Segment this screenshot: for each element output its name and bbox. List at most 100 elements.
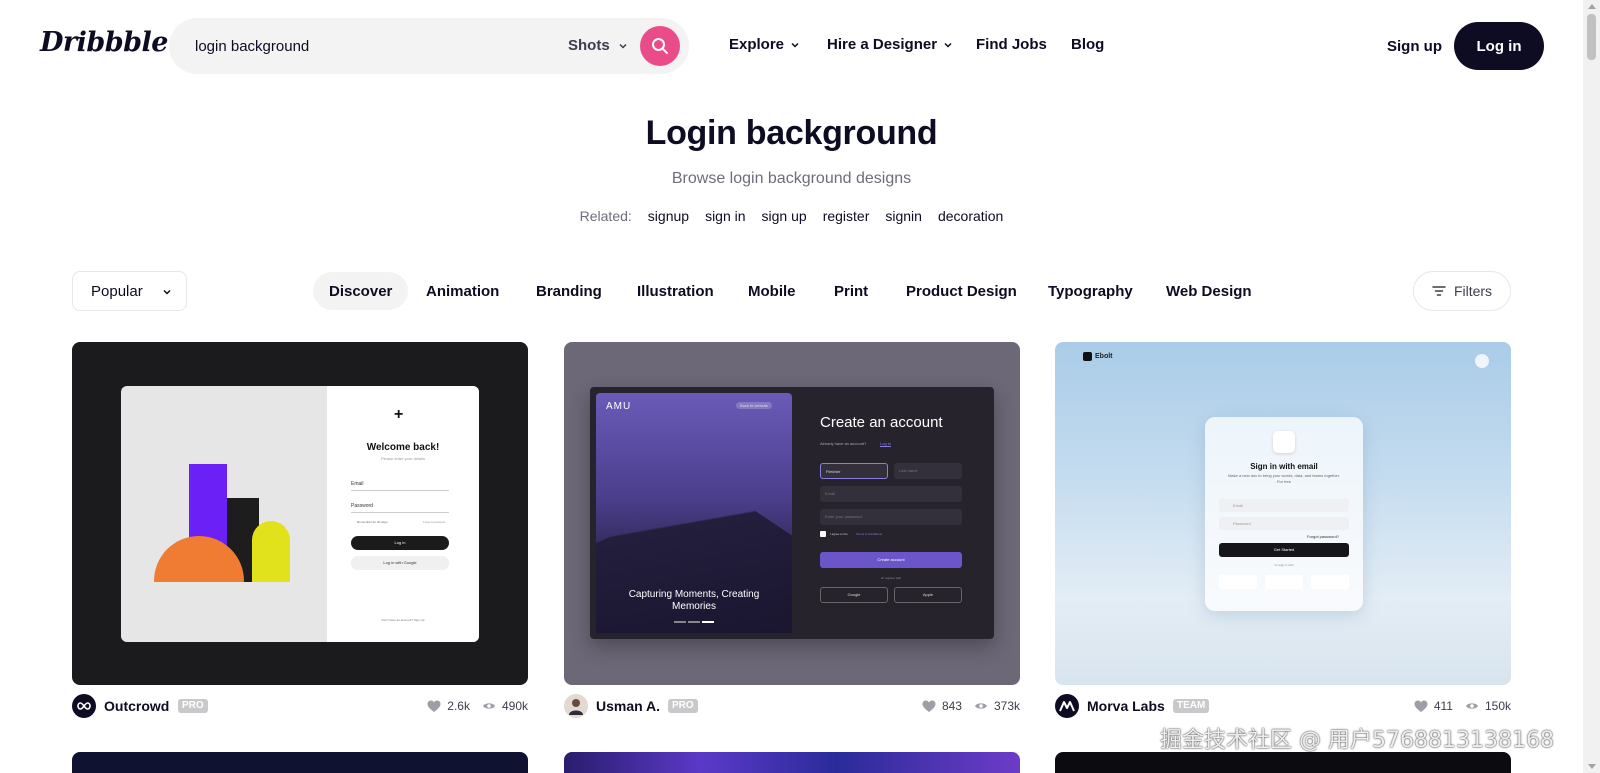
related-tag[interactable]: decoration: [938, 208, 1003, 224]
shot-thumbnail[interactable]: Ebolt Sign in with email Make a new doc …: [1055, 342, 1511, 685]
mock-have-account: Already have an account?: [820, 441, 867, 446]
nav-blog[interactable]: Blog: [1071, 36, 1104, 53]
search-type-label: Shots: [568, 37, 610, 54]
search-input[interactable]: login background: [195, 38, 309, 55]
signup-link[interactable]: Sign up: [1387, 38, 1442, 55]
search-type-dropdown[interactable]: Shots: [568, 37, 628, 54]
mock-password-label: Password: [351, 503, 373, 509]
category-tabs: Discover Animation Branding Illustration…: [0, 272, 1583, 310]
mock-subtitle: Please enter your details: [380, 456, 426, 461]
avatar[interactable]: [72, 694, 96, 718]
tab-print[interactable]: Print: [834, 272, 868, 310]
heart-icon[interactable]: [1414, 700, 1428, 713]
mock-google-icon: [1219, 575, 1257, 589]
team-badge: TEAM: [1173, 699, 1210, 713]
heart-icon[interactable]: [427, 700, 441, 713]
shot-mockup: AMU Back to website Capturing Moments, C…: [590, 387, 994, 639]
shot-thumbnail[interactable]: + Welcome back! Please enter your detail…: [72, 342, 528, 685]
mock-remember: Remember for 30 days: [357, 520, 388, 524]
pro-badge: PRO: [668, 699, 698, 713]
author-name[interactable]: Outcrowd: [104, 698, 169, 714]
related-tag[interactable]: signup: [648, 208, 689, 224]
filters-label: Filters: [1453, 283, 1493, 299]
shot-thumbnail[interactable]: [72, 752, 528, 773]
dribbble-logo[interactable]: Dribbble: [40, 27, 168, 58]
chevron-down-icon: [791, 42, 799, 48]
mock-caption: Capturing Moments, Creating Memories: [628, 589, 760, 612]
search-button[interactable]: [640, 26, 680, 66]
like-count: 2.6k: [447, 699, 470, 713]
nav-explore-label: Explore: [729, 36, 785, 53]
related-tag[interactable]: sign in: [705, 208, 745, 224]
pro-badge: PRO: [178, 699, 208, 713]
mock-first-name: Fletcher: [820, 463, 888, 479]
mock-facebook-icon: [1265, 575, 1303, 589]
tab-product-design[interactable]: Product Design: [906, 272, 1017, 310]
mock-or: Or register with: [880, 576, 902, 580]
related-tags: Related: signup sign in sign up register…: [0, 208, 1583, 224]
tab-web-design[interactable]: Web Design: [1166, 272, 1252, 310]
mock-brand: Ebolt: [1095, 353, 1113, 360]
mock-email: Email: [820, 486, 962, 502]
nav-hire-designer[interactable]: Hire a Designer: [827, 36, 953, 53]
tab-branding[interactable]: Branding: [536, 272, 602, 310]
avatar[interactable]: [1055, 694, 1079, 718]
back-arrow-icon: [1475, 354, 1489, 368]
search-bar: login background Shots: [169, 18, 689, 74]
author-name[interactable]: Usman A.: [596, 698, 660, 714]
infinity-icon: [77, 702, 91, 710]
avatar[interactable]: [564, 694, 588, 718]
tab-discover[interactable]: Discover: [313, 272, 409, 310]
like-count: 411: [1433, 699, 1453, 713]
view-count: 490k: [501, 699, 528, 713]
mock-checkbox: [820, 531, 826, 537]
shot-thumbnail[interactable]: [1055, 752, 1511, 773]
chevron-down-icon: [619, 43, 627, 49]
tab-illustration[interactable]: Illustration: [637, 272, 714, 310]
mock-footer: Don't have an account? Sign Up: [381, 618, 425, 622]
mock-agree: I agree to the: [830, 532, 848, 536]
related-tag[interactable]: register: [823, 208, 870, 224]
shot-thumbnail[interactable]: AMU Back to website Capturing Moments, C…: [564, 342, 1020, 685]
tab-mobile[interactable]: Mobile: [748, 272, 796, 310]
mock-forgot: Forgot password: [423, 520, 446, 524]
shot-thumbnail[interactable]: [564, 752, 1020, 773]
heart-icon[interactable]: [922, 700, 936, 713]
nav-explore[interactable]: Explore: [729, 36, 800, 53]
scrollbar-thumb[interactable]: [1587, 14, 1596, 60]
mock-title: Sign in with email: [1250, 462, 1318, 471]
tab-animation[interactable]: Animation: [426, 272, 499, 310]
shot-meta: Usman A. PRO 843 373k: [564, 694, 1020, 718]
mock-password: Enter your password: [820, 509, 962, 525]
mock-email-line: [351, 490, 449, 491]
like-count: 843: [941, 699, 962, 713]
mock-last-name: Last name: [894, 463, 962, 479]
mock-title: Welcome back!: [366, 442, 440, 453]
shot-meta: Outcrowd PRO 2.6k 490k: [72, 694, 528, 718]
related-tag[interactable]: sign up: [762, 208, 807, 224]
mock-email: Email: [1219, 499, 1349, 512]
filters-button[interactable]: Filters: [1413, 271, 1511, 311]
mock-google-button: Log in with Google: [351, 556, 449, 570]
mock-carousel-dots: [674, 621, 714, 623]
shot-stats: 843 373k: [922, 699, 1020, 713]
scroll-up-arrow-icon[interactable]: [1588, 4, 1596, 9]
mock-apple-icon: [1311, 575, 1349, 589]
chevron-down-icon: [944, 42, 952, 48]
tab-typography[interactable]: Typography: [1048, 272, 1133, 310]
mock-email-label: Email: [351, 481, 364, 487]
login-button[interactable]: Log in: [1454, 22, 1544, 70]
mock-brand-row: Ebolt: [1083, 352, 1113, 361]
shot-mockup: + Welcome back! Please enter your detail…: [121, 386, 479, 642]
author-name[interactable]: Morva Labs: [1087, 698, 1165, 714]
scrollbar[interactable]: [1583, 0, 1600, 773]
site-header: Dribbble login background Shots Explore …: [0, 0, 1568, 92]
scroll-down-arrow-icon[interactable]: [1588, 764, 1596, 769]
eye-icon: [1465, 703, 1478, 709]
nav-find-jobs[interactable]: Find Jobs: [976, 36, 1047, 53]
eye-icon: [974, 703, 987, 709]
mock-brand: AMU: [606, 401, 632, 412]
mock-login-button: Log in: [351, 536, 449, 550]
morva-logo-icon: [1059, 701, 1075, 712]
related-tag[interactable]: signin: [885, 208, 922, 224]
